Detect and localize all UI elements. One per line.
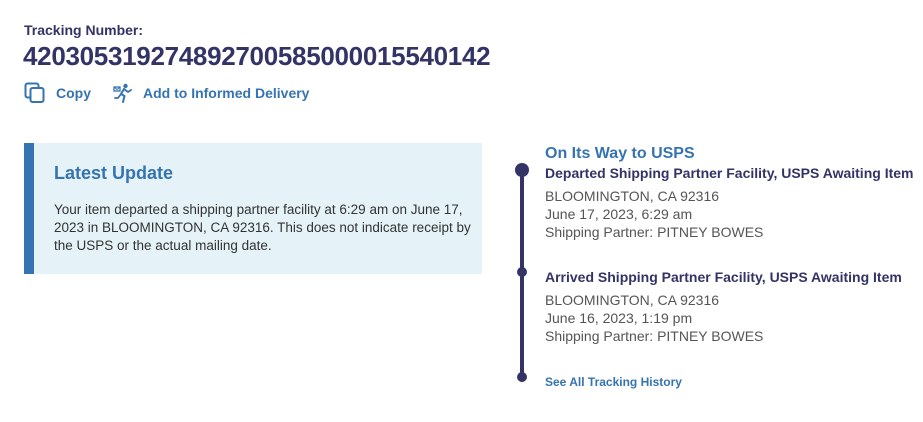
tracking-number: 420305319274892700585000015540142 [23,41,491,71]
timeline-dot [517,267,527,277]
copy-label: Copy [56,85,91,101]
timeline-dot-current [515,163,529,177]
tracking-actions: Copy Add to Informed Delivery [24,82,331,104]
tracking-number-label: Tracking Number: [24,22,144,38]
copy-icon [24,82,45,103]
event-datetime: June 16, 2023, 1:19 pm [545,310,693,326]
latest-update-text: Your item departed a shipping partner fa… [54,202,471,253]
latest-update-panel: Latest Update Your item departed a shipp… [24,143,482,274]
add-to-informed-delivery-button[interactable]: Add to Informed Delivery [113,83,309,103]
tracking-page: Tracking Number: 42030531927489270058500… [0,0,923,422]
event-title: Departed Shipping Partner Facility, USPS… [545,165,914,181]
latest-update-title: Latest Update [54,163,174,183]
event-title: Arrived Shipping Partner Facility, USPS … [545,269,902,285]
running-mail-carrier-icon [113,83,132,103]
tracking-event: Arrived Shipping Partner Facility, USPS … [545,269,902,345]
current-status-heading: On Its Way to USPS [545,145,695,162]
event-datetime: June 17, 2023, 6:29 am [545,206,693,222]
tracking-event: Departed Shipping Partner Facility, USPS… [545,165,913,241]
event-location: BLOOMINGTON, CA 92316 [545,292,720,308]
event-partner: Shipping Partner: PITNEY BOWES [545,224,764,240]
timeline-dot [517,372,527,382]
event-partner: Shipping Partner: PITNEY BOWES [545,328,764,344]
see-all-tracking-history-link[interactable]: See All Tracking History [545,375,682,389]
copy-button[interactable]: Copy [24,82,91,104]
informed-delivery-label: Add to Informed Delivery [143,85,310,101]
event-location: BLOOMINGTON, CA 92316 [545,188,720,204]
tracking-timeline: On Its Way to USPS Departed Shipping Par… [514,143,923,403]
